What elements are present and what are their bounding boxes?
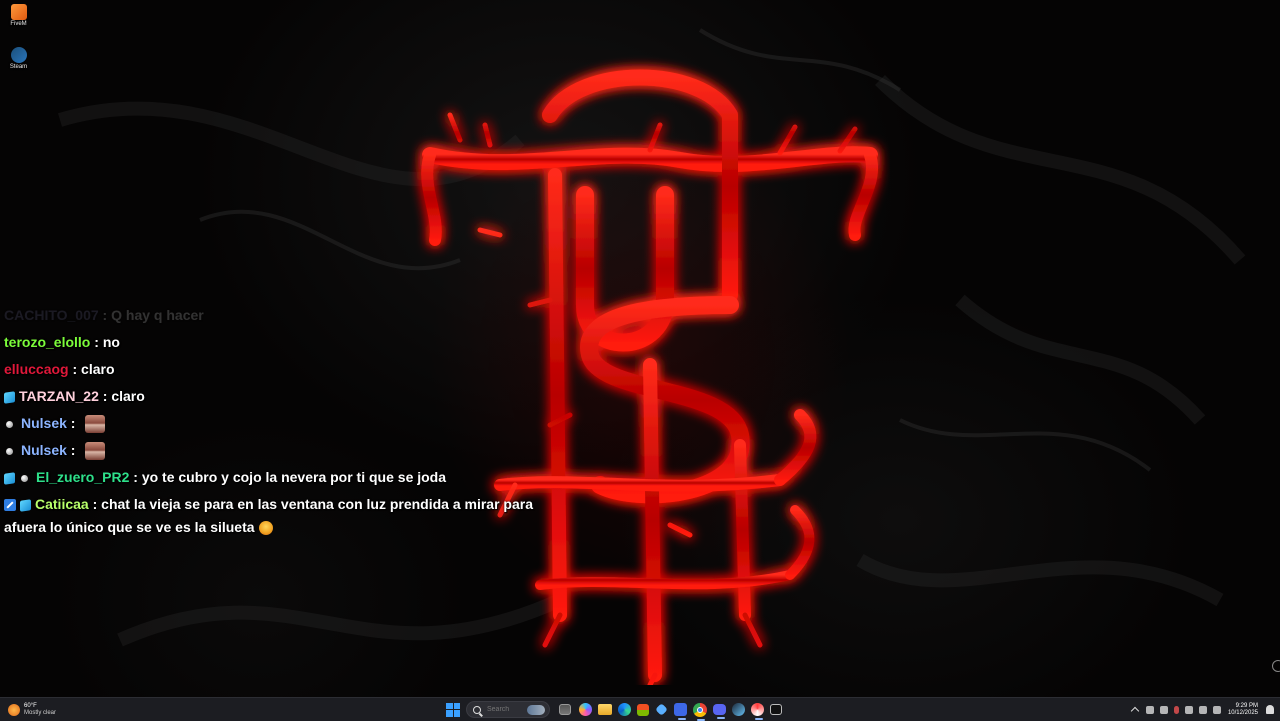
desktop-icon-label: Steam [9,64,28,70]
fivem-icon [10,4,27,20]
taskbar-search[interactable] [466,701,550,718]
chat-separator: : [129,469,142,485]
chat-separator: : [98,388,112,404]
desktop-icon-fivem[interactable]: FiveM [5,4,32,27]
chat-message: Nulsek : [4,410,564,437]
chat-message: terozo_elollo : no [4,329,564,356]
taskbar: 60°F Mostly clear 9:29 PM 1 [0,697,1280,721]
task-view-icon[interactable] [559,704,571,715]
red-app-icon[interactable] [751,703,764,720]
chat-text: claro [81,361,115,377]
taskbar-clock[interactable]: 9:29 PM 10/12/2025 [1228,703,1258,717]
subscriber-badge-icon [4,391,15,404]
blue-app-icon[interactable] [674,703,687,720]
circle-edge-icon [1272,660,1280,672]
chat-separator: : [88,496,102,512]
chat-text: Q hay q hacer [111,307,204,323]
chat-message: Catiicaa : chat la vieja se para en las … [4,491,564,539]
subscriber-badge-icon [4,472,15,485]
gray-dot-badge-icon [6,447,13,455]
weather-moon-icon [8,703,20,716]
stream-chat-overlay: CACHITO_007 : Q hay q hacer terozo_eloll… [4,302,564,539]
chat-username: CACHITO_007 [4,307,99,323]
volume-icon[interactable] [1212,705,1221,714]
desktop-icon-label: FiveM [10,21,27,27]
chat-separator: : [68,361,82,377]
microsoft-store-icon[interactable] [637,703,649,716]
chat-username: terozo_elollo [4,334,91,350]
file-explorer-icon[interactable] [598,704,612,715]
moderator-badge-icon [4,499,16,512]
search-icon [473,705,481,714]
chat-username: elluccaog [4,361,69,377]
steam-icon [10,47,27,63]
smiling-emoji-icon [258,521,273,536]
chat-username: TARZAN_22 [19,388,99,404]
notification-bell-icon[interactable] [1266,705,1274,714]
onedrive-icon[interactable] [1145,705,1154,714]
edge-browser-icon[interactable] [618,703,631,716]
microphone-icon[interactable] [1173,705,1179,714]
clock-time: 9:29 PM [1235,702,1258,709]
chat-text: no [102,334,120,350]
chat-separator: : [66,415,80,431]
chrome-icon[interactable] [693,702,707,721]
discord-icon[interactable] [713,704,726,719]
search-highlight-icon [527,705,545,715]
chat-username: Nulsek [21,415,67,431]
chat-username: El_zuero_PR2 [36,469,130,485]
desktop-icon-steam[interactable]: Steam [5,47,32,70]
copilot-icon[interactable] [579,703,592,716]
clock-date: 10/12/2025 [1227,709,1258,716]
app-tray-icon[interactable] [1159,705,1168,714]
taskbar-apps [443,700,785,721]
gray-dot-badge-icon [21,474,28,482]
chat-message: elluccaog : claro [4,356,564,383]
chat-separator: : [66,442,80,458]
steam-taskbar-icon[interactable] [732,703,745,716]
network-icon[interactable] [1198,705,1207,714]
chat-message: TARZAN_22 : claro [4,383,564,410]
terminal-icon[interactable] [770,704,782,715]
chat-message: Nulsek : [4,437,564,464]
chat-username: Catiicaa [35,496,89,512]
chat-username: Nulsek [21,442,67,458]
chat-separator: : [90,334,103,350]
weather-temperature: 60°F [24,702,37,709]
system-tray: 9:29 PM 10/12/2025 [1129,700,1274,719]
emote-icon [85,442,106,461]
chat-text: claro [111,388,145,404]
emote-icon [85,415,106,434]
display-icon[interactable] [1184,705,1193,714]
diamond-app-icon[interactable] [655,703,668,716]
subscriber-badge-icon [20,499,31,512]
weather-widget[interactable]: 60°F Mostly clear [8,701,56,718]
chevron-up-icon[interactable] [1130,706,1140,716]
weather-condition: Mostly clear [24,709,57,716]
chat-message: CACHITO_007 : Q hay q hacer [4,302,564,329]
chat-message: El_zuero_PR2 : yo te cubro y cojo la nev… [4,464,564,491]
windows-start-icon[interactable] [446,702,460,717]
chat-text: yo te cubro y cojo la nevera por ti que … [141,469,447,485]
chat-separator: : [98,307,112,323]
gray-dot-badge-icon [6,420,13,428]
